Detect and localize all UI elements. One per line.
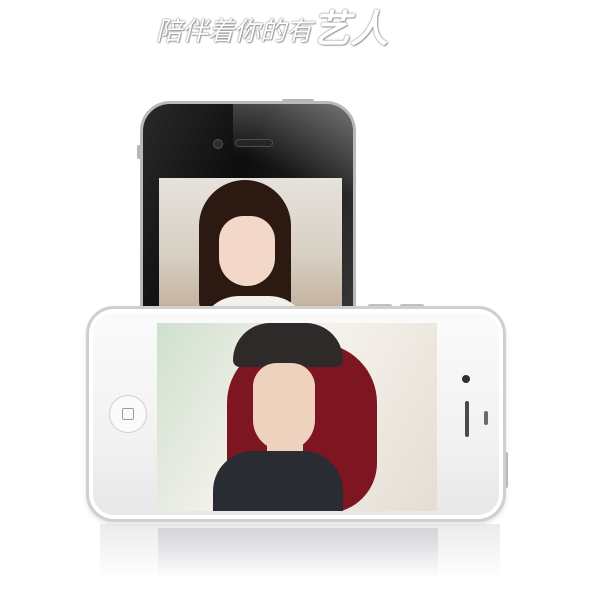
photo-hat (233, 323, 343, 367)
front-phone-screen-photo (157, 323, 437, 511)
phone-reflection (100, 524, 500, 592)
slogan-part-2: 艺人 (312, 7, 389, 51)
photo-face (253, 363, 315, 451)
slogan-title: 陪伴着你的有 艺人 (156, 4, 446, 52)
speaker-icon (235, 139, 273, 147)
sensor-icon (484, 411, 488, 425)
slogan-part-1: 陪伴着你的有 (156, 17, 313, 47)
front-phone (86, 306, 506, 522)
home-square-icon (122, 408, 134, 420)
home-button-icon (109, 395, 147, 433)
photo-body (213, 451, 343, 511)
speaker-icon (465, 401, 469, 437)
camera-icon (213, 139, 223, 149)
photo-face (219, 216, 275, 286)
camera-icon (462, 375, 470, 383)
screen-reflection (158, 528, 438, 584)
back-phone (140, 101, 356, 341)
